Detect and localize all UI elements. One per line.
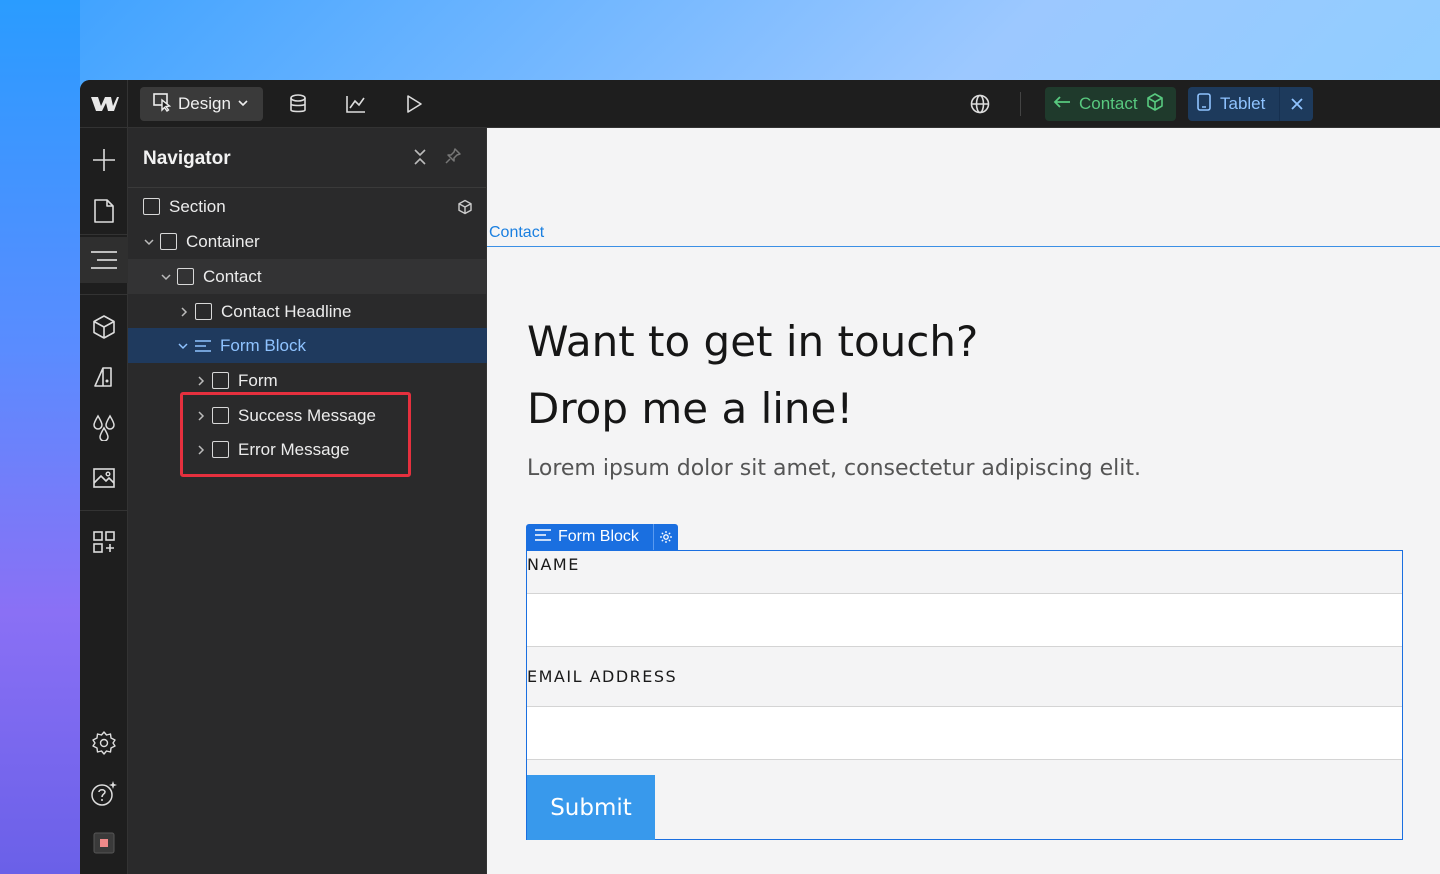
element-box-icon	[177, 268, 194, 285]
headline-line-1: Want to get in touch?	[527, 317, 979, 366]
rail-divider	[80, 294, 128, 295]
tree-item-label: Contact Headline	[221, 301, 352, 321]
desktop-background	[0, 0, 80, 874]
variables-drops-icon[interactable]	[80, 404, 128, 450]
navigator-title: Navigator	[143, 148, 231, 169]
pages-icon[interactable]	[80, 188, 128, 234]
page-pill-label: Contact	[1079, 94, 1138, 113]
tree-item-container[interactable]: Container	[128, 224, 487, 259]
breakpoint-pill[interactable]: Tablet	[1188, 87, 1313, 121]
page-selector-pill[interactable]: Contact	[1045, 87, 1176, 121]
form-block[interactable]: NAME EMAIL ADDRESS Submit	[526, 550, 1403, 840]
globe-icon[interactable]	[968, 92, 992, 116]
navigator-panel: Navigator Section Container Contact Cont…	[128, 128, 487, 874]
left-tool-rail	[80, 128, 128, 874]
help-sparkle-icon[interactable]	[80, 770, 128, 816]
style-manager-icon[interactable]	[80, 354, 128, 400]
chevron-down-icon[interactable]	[159, 270, 173, 284]
design-mode-label: Design	[178, 94, 231, 113]
chevron-down-icon[interactable]	[176, 339, 190, 353]
tree-item-label: Contact	[203, 266, 262, 286]
component-cube-icon	[1146, 92, 1164, 116]
navigator-header: Navigator	[128, 128, 486, 188]
email-field-label: EMAIL ADDRESS	[527, 667, 678, 686]
chevron-down-icon[interactable]	[142, 235, 156, 249]
settings-gear-icon[interactable]	[80, 720, 128, 766]
form-block-icon	[194, 339, 212, 353]
rail-divider	[80, 234, 128, 235]
stop-record-icon[interactable]	[80, 820, 128, 866]
element-box-icon	[195, 303, 212, 320]
rail-divider	[80, 510, 128, 511]
arrow-left-icon	[1053, 94, 1071, 114]
email-input[interactable]	[527, 706, 1402, 760]
assets-image-icon[interactable]	[80, 454, 128, 500]
contact-paragraph[interactable]: Lorem ipsum dolor sit amet, consectetur …	[527, 456, 1141, 481]
toolbar-divider	[1020, 92, 1021, 116]
analytics-chart-icon[interactable]	[344, 92, 368, 116]
tree-item-label: Section	[169, 196, 226, 216]
pin-icon[interactable]	[444, 147, 462, 170]
form-block-icon	[534, 528, 552, 547]
collapse-all-icon[interactable]	[412, 148, 428, 171]
headline-line-2: Drop me a line!	[527, 384, 854, 433]
navigator-icon[interactable]	[80, 237, 128, 283]
element-settings-gear-icon[interactable]	[653, 524, 678, 550]
preview-play-icon[interactable]	[402, 92, 426, 116]
top-toolbar: Design Contact Tablet	[80, 80, 1440, 128]
apps-grid-icon[interactable]	[80, 519, 128, 565]
tree-item-contact-headline[interactable]: Contact Headline	[128, 294, 487, 329]
highlight-annotation-box	[180, 392, 411, 477]
element-box-icon	[212, 372, 229, 389]
section-selection-line	[487, 246, 1440, 247]
form-block-selection-tag[interactable]: Form Block	[526, 524, 678, 550]
chevron-down-icon	[237, 94, 249, 114]
form-block-tag-label: Form Block	[558, 528, 639, 545]
submit-button[interactable]: Submit	[527, 775, 655, 840]
add-elements-icon[interactable]	[80, 137, 128, 183]
element-box-icon	[143, 198, 160, 215]
components-icon[interactable]	[80, 304, 128, 350]
component-cube-icon[interactable]	[457, 199, 473, 220]
tree-item-form-block[interactable]: Form Block	[128, 328, 487, 363]
tree-item-section[interactable]: Section	[128, 189, 487, 224]
cursor-select-icon	[152, 92, 172, 117]
tree-item-label: Form	[238, 370, 278, 390]
element-box-icon	[160, 233, 177, 250]
webflow-designer-window: Design Contact Tablet Navigator Section …	[80, 80, 1440, 874]
tree-item-contact[interactable]: Contact	[128, 259, 487, 294]
tablet-device-icon	[1196, 92, 1212, 116]
chevron-right-icon[interactable]	[177, 305, 191, 319]
close-breakpoint-icon[interactable]	[1279, 87, 1313, 121]
tree-item-label: Container	[186, 231, 260, 251]
tree-item-label: Form Block	[220, 335, 306, 355]
name-input[interactable]	[527, 593, 1402, 647]
chevron-right-icon[interactable]	[194, 374, 208, 388]
design-mode-button[interactable]: Design	[140, 87, 263, 121]
cms-database-icon[interactable]	[286, 92, 310, 116]
breakpoint-label: Tablet	[1220, 94, 1266, 113]
section-class-label[interactable]: Contact	[489, 224, 544, 242]
design-canvas[interactable]: Contact Want to get in touch? Drop me a …	[487, 128, 1440, 874]
name-field-label: NAME	[527, 555, 580, 574]
contact-headline[interactable]: Want to get in touch? Drop me a line!	[527, 308, 1227, 442]
webflow-logo-icon[interactable]	[80, 80, 128, 128]
